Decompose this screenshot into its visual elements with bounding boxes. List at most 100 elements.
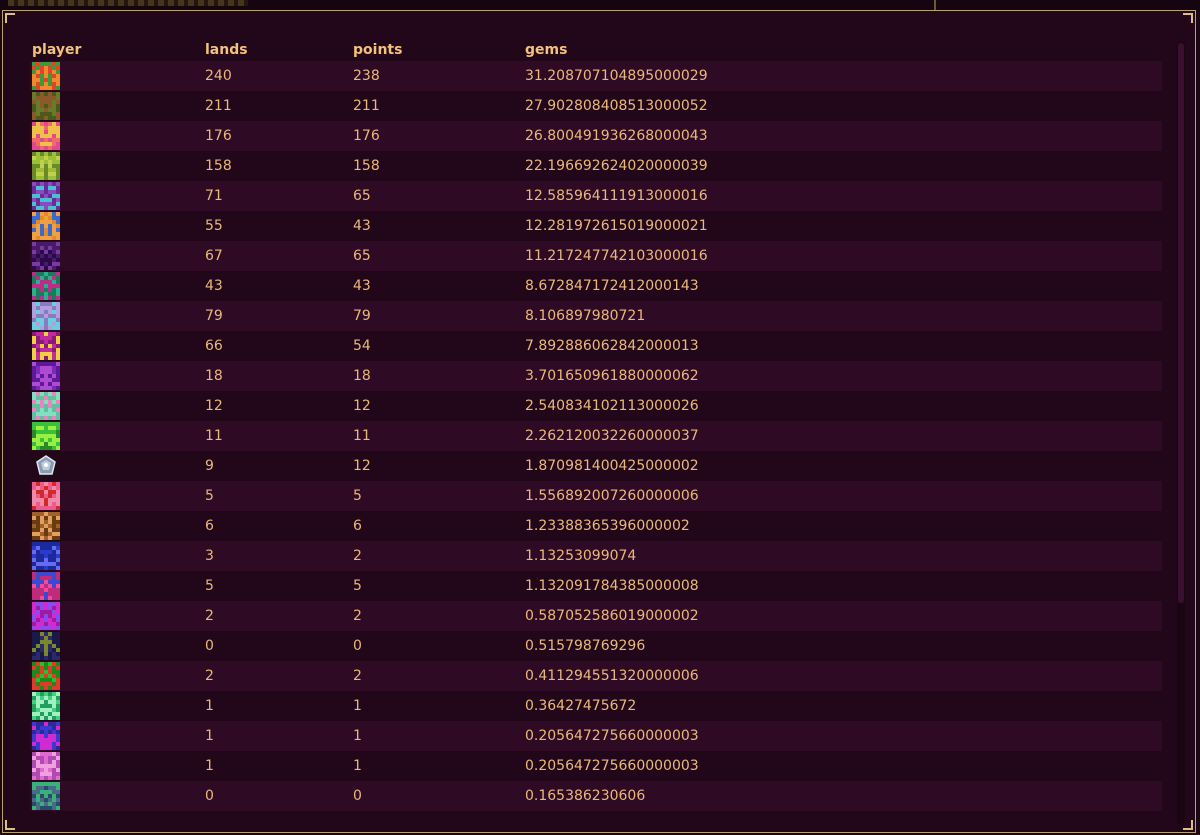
table-row[interactable]: 9 12 1.870981400425000002 [30, 451, 1162, 481]
player-cell[interactable] [30, 781, 203, 811]
table-row[interactable]: 71 65 12.585964111913000016 [30, 181, 1162, 211]
table-row[interactable]: 211 211 27.902808408513000052 [30, 91, 1162, 121]
player-avatar-icon[interactable] [32, 332, 60, 360]
player-avatar-icon[interactable] [32, 782, 60, 810]
player-cell[interactable] [30, 451, 203, 481]
player-cell[interactable] [30, 481, 203, 511]
player-avatar-icon[interactable] [32, 722, 60, 750]
table-row[interactable]: 43 43 8.672847172412000143 [30, 271, 1162, 301]
player-avatar-icon[interactable] [32, 152, 60, 180]
player-avatar-icon[interactable] [32, 602, 60, 630]
player-cell[interactable] [30, 151, 203, 181]
player-avatar-icon[interactable] [32, 392, 60, 420]
leaderboard-table: player lands points gems 240 238 31.208707… [30, 39, 1162, 811]
player-avatar-icon[interactable] [32, 752, 60, 780]
points-cell: 0 [351, 781, 523, 811]
player-cell[interactable] [30, 601, 203, 631]
table-row[interactable]: 176 176 26.800491936268000043 [30, 121, 1162, 151]
player-cell[interactable] [30, 571, 203, 601]
player-cell[interactable] [30, 301, 203, 331]
player-cell[interactable] [30, 511, 203, 541]
player-cell[interactable] [30, 361, 203, 391]
gem-icon[interactable] [32, 452, 60, 480]
player-avatar-icon[interactable] [32, 92, 60, 120]
player-avatar-icon[interactable] [32, 62, 60, 90]
table-row[interactable]: 18 18 3.701650961880000062 [30, 361, 1162, 391]
player-cell[interactable] [30, 181, 203, 211]
player-avatar-icon[interactable] [32, 422, 60, 450]
points-cell: 12 [351, 451, 523, 481]
player-cell[interactable] [30, 391, 203, 421]
player-cell[interactable] [30, 211, 203, 241]
scrollbar-thumb[interactable] [1178, 43, 1184, 603]
player-cell[interactable] [30, 421, 203, 451]
player-avatar-icon[interactable] [32, 572, 60, 600]
points-cell: 238 [351, 61, 523, 91]
lands-cell: 5 [203, 571, 351, 601]
top-strip [0, 0, 1200, 10]
player-cell[interactable] [30, 541, 203, 571]
player-avatar-icon[interactable] [32, 482, 60, 510]
table-row[interactable]: 6 6 1.23388365396000002 [30, 511, 1162, 541]
table-row[interactable]: 1 1 0.205647275660000003 [30, 751, 1162, 781]
table-row[interactable]: 158 158 22.196692624020000039 [30, 151, 1162, 181]
header-gems[interactable]: gems [523, 39, 1162, 61]
table-row[interactable]: 0 0 0.515798769296 [30, 631, 1162, 661]
points-cell: 176 [351, 121, 523, 151]
table-row[interactable]: 79 79 8.106897980721 [30, 301, 1162, 331]
header-lands[interactable]: lands [203, 39, 351, 61]
lands-cell: 211 [203, 91, 351, 121]
table-row[interactable]: 240 238 31.208707104895000029 [30, 61, 1162, 91]
player-cell[interactable] [30, 721, 203, 751]
player-cell[interactable] [30, 121, 203, 151]
player-avatar-icon[interactable] [32, 662, 60, 690]
table-row[interactable]: 11 11 2.262120032260000037 [30, 421, 1162, 451]
header-points[interactable]: points [351, 39, 523, 61]
gems-cell: 12.585964111913000016 [523, 181, 1162, 211]
table-row[interactable]: 5 5 1.556892007260000006 [30, 481, 1162, 511]
table-row[interactable]: 0 0 0.165386230606 [30, 781, 1162, 811]
player-avatar-icon[interactable] [32, 272, 60, 300]
player-avatar-icon[interactable] [32, 212, 60, 240]
player-avatar-icon[interactable] [32, 512, 60, 540]
lands-cell: 2 [203, 661, 351, 691]
leaderboard-scroll-area[interactable]: player lands points gems 240 238 31.208707… [30, 39, 1164, 829]
player-cell[interactable] [30, 241, 203, 271]
player-cell[interactable] [30, 331, 203, 361]
gems-cell: 12.281972615019000021 [523, 211, 1162, 241]
player-avatar-icon[interactable] [32, 362, 60, 390]
player-cell[interactable] [30, 661, 203, 691]
table-row[interactable]: 12 12 2.540834102113000026 [30, 391, 1162, 421]
header-player[interactable]: player [30, 39, 203, 61]
table-row[interactable]: 1 1 0.36427475672 [30, 691, 1162, 721]
table-row[interactable]: 67 65 11.217247742103000016 [30, 241, 1162, 271]
table-row[interactable]: 3 2 1.13253099074 [30, 541, 1162, 571]
player-avatar-icon[interactable] [32, 242, 60, 270]
player-avatar-icon[interactable] [32, 632, 60, 660]
gems-cell: 0.36427475672 [523, 691, 1162, 721]
table-row[interactable]: 5 5 1.132091784385000008 [30, 571, 1162, 601]
player-cell[interactable] [30, 751, 203, 781]
scrollbar[interactable] [1177, 41, 1185, 825]
gems-cell: 1.870981400425000002 [523, 451, 1162, 481]
table-row[interactable]: 2 2 0.587052586019000002 [30, 601, 1162, 631]
player-avatar-icon[interactable] [32, 122, 60, 150]
table-row[interactable]: 55 43 12.281972615019000021 [30, 211, 1162, 241]
gems-cell: 1.556892007260000006 [523, 481, 1162, 511]
player-avatar-icon[interactable] [32, 302, 60, 330]
player-cell[interactable] [30, 61, 203, 91]
table-row[interactable]: 2 2 0.411294551320000006 [30, 661, 1162, 691]
gems-cell: 11.217247742103000016 [523, 241, 1162, 271]
gems-cell: 0.165386230606 [523, 781, 1162, 811]
player-cell[interactable] [30, 91, 203, 121]
table-row[interactable]: 66 54 7.892886062842000013 [30, 331, 1162, 361]
player-avatar-icon[interactable] [32, 182, 60, 210]
player-cell[interactable] [30, 631, 203, 661]
player-cell[interactable] [30, 271, 203, 301]
table-header-row: player lands points gems [30, 39, 1162, 61]
points-cell: 211 [351, 91, 523, 121]
table-row[interactable]: 1 1 0.205647275660000003 [30, 721, 1162, 751]
player-avatar-icon[interactable] [32, 542, 60, 570]
player-avatar-icon[interactable] [32, 692, 60, 720]
player-cell[interactable] [30, 691, 203, 721]
